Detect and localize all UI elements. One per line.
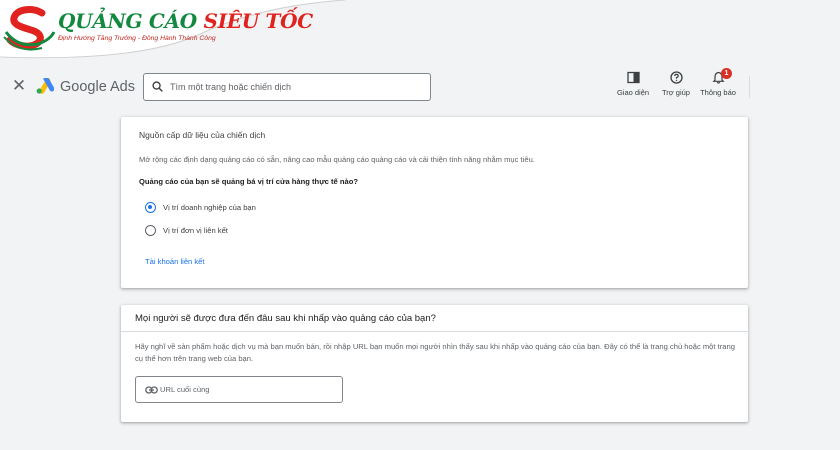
- brand-slogan: Định Hướng Tăng Trưởng - Đồng Hành Thành…: [58, 35, 216, 42]
- close-icon[interactable]: ✕: [11, 77, 27, 94]
- brand-logo-icon: [3, 6, 56, 51]
- top-header: ✕ Google Ads Giao diện Trợ giúp 1: [0, 62, 840, 114]
- radio-option-affiliate-location[interactable]: Vị trí đơn vị liên kết: [145, 223, 228, 237]
- product-name: Google Ads: [60, 79, 135, 95]
- notification-badge: 1: [721, 68, 732, 79]
- google-ads-logo-icon: [36, 78, 54, 94]
- campaign-feed-card: Nguồn cấp dữ liệu của chiến dịch Mở rộng…: [121, 117, 748, 288]
- search-icon: [152, 81, 163, 92]
- radio-button-checked[interactable]: [145, 201, 156, 213]
- brand-name-part2: SIÊU TỐC: [203, 9, 314, 33]
- help-icon: [669, 71, 683, 84]
- radio-label: Vị trí đơn vị liên kết: [163, 225, 228, 235]
- appearance-icon: [626, 71, 640, 84]
- final-url-card: Mọi người sẽ được đưa đến đâu sau khi nh…: [121, 305, 748, 422]
- card-title: Nguồn cấp dữ liệu của chiến dịch: [139, 130, 266, 140]
- header-divider: [749, 76, 750, 98]
- radio-option-business-location[interactable]: Vị trí doanh nghiệp của bạn: [145, 200, 256, 214]
- card-title: Mọi người sẽ được đưa đến đâu sau khi nh…: [121, 305, 748, 332]
- linked-account-link[interactable]: Tài khoản liên kết: [145, 257, 205, 266]
- search-box[interactable]: [143, 73, 431, 101]
- location-question: Quảng cáo của bạn sẽ quảng bá vị trí cửa…: [139, 177, 359, 186]
- radio-button-unchecked[interactable]: [145, 224, 156, 236]
- appearance-button[interactable]: Giao diện: [610, 71, 656, 107]
- card-description: Hãy nghĩ về sản phẩm hoặc dịch vụ mà bạn…: [135, 342, 735, 363]
- appearance-label: Giao diện: [616, 88, 650, 97]
- brand-name-part1: QUẢNG CÁO: [58, 9, 197, 33]
- help-label: Trợ giúp: [662, 88, 690, 97]
- help-button[interactable]: Trợ giúp: [653, 71, 699, 107]
- radio-label: Vị trí doanh nghiệp của bạn: [163, 202, 256, 212]
- notifications-button[interactable]: 1 Thông báo: [695, 68, 741, 107]
- final-url-input[interactable]: [160, 377, 340, 402]
- link-icon: [145, 386, 158, 394]
- brand-watermark: QUẢNG CÁO SIÊU TỐC Định Hướng Tăng Trưởn…: [0, 0, 345, 62]
- notifications-label: Thông báo: [700, 88, 736, 97]
- card-description: Mở rộng các định dạng quảng cáo có sẵn, …: [139, 155, 535, 164]
- final-url-field[interactable]: [135, 376, 343, 403]
- search-input[interactable]: [170, 74, 425, 100]
- brand-name: QUẢNG CÁO SIÊU TỐC: [58, 9, 313, 33]
